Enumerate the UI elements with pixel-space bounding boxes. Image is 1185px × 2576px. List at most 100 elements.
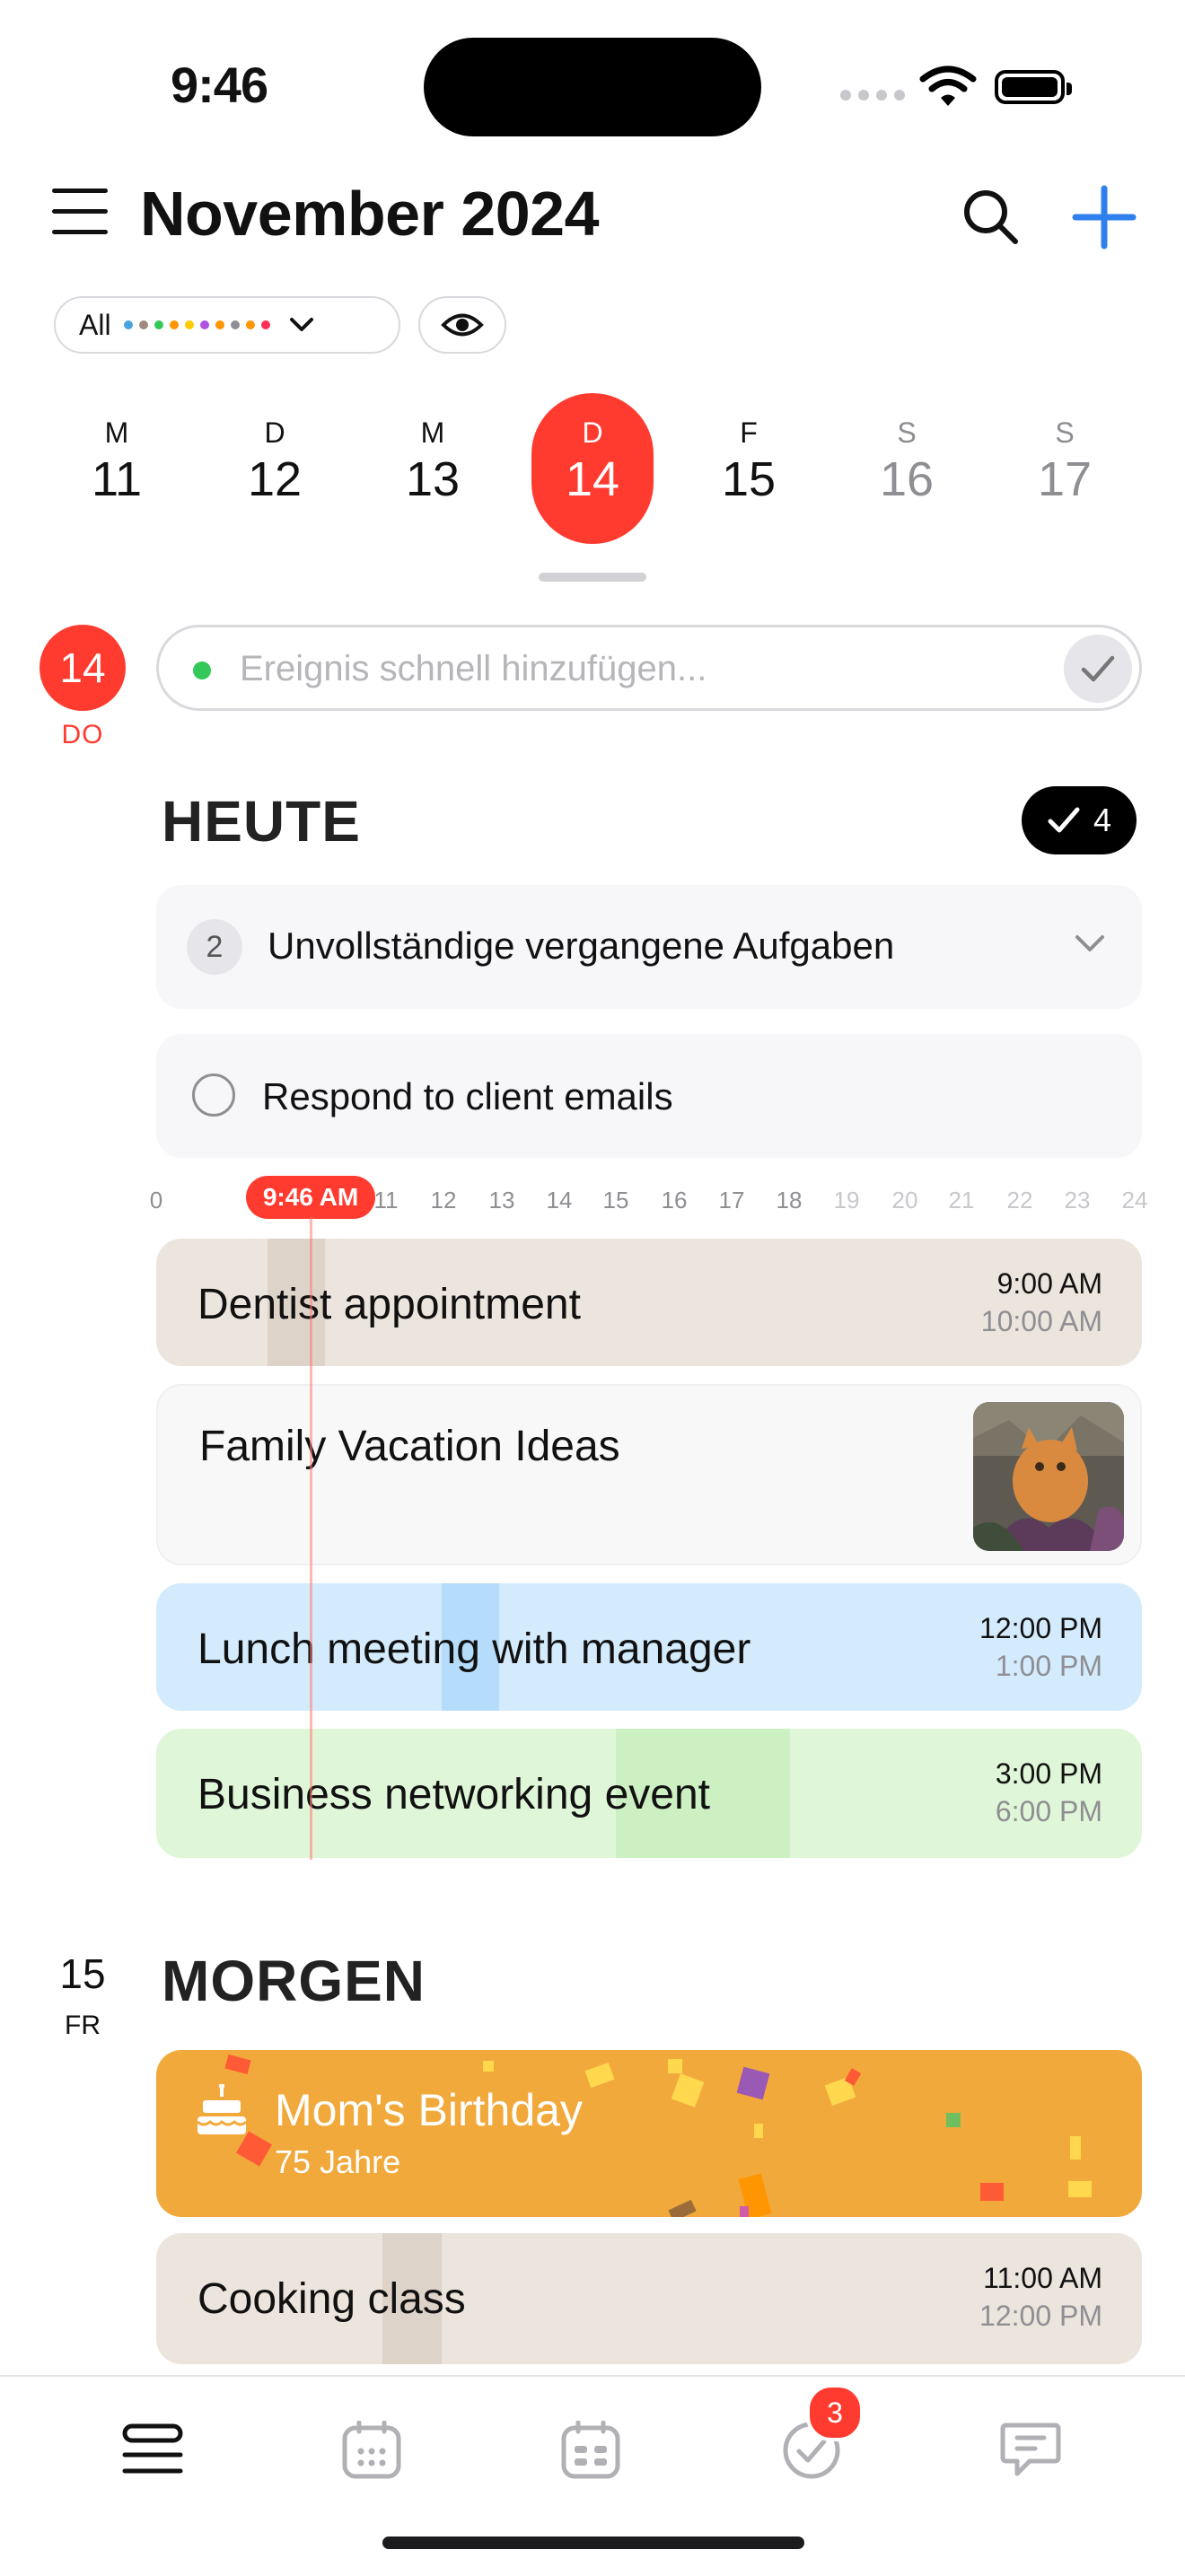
section-title-tomorrow: MORGEN: [162, 1949, 426, 2013]
week-day-15[interactable]: F 15: [688, 415, 810, 508]
incomplete-past-tasks[interactable]: 2 Unvollständige vergangene Aufgaben: [156, 885, 1142, 1009]
task-row[interactable]: Respond to client emails: [156, 1034, 1142, 1158]
tasks-badge: 3: [806, 2384, 864, 2441]
week-calendar-icon: [561, 2421, 620, 2479]
confetti: [980, 2183, 1004, 2201]
calendar-color-dot: [184, 320, 194, 329]
week-day-14-selected[interactable]: D 14: [531, 393, 654, 544]
week-day-12[interactable]: D 12: [214, 415, 336, 508]
birthday-card[interactable]: Mom's Birthday 75 Jahre: [156, 2050, 1142, 2217]
tomorrow-weekday: FR: [65, 2011, 101, 2040]
calendar-color-dot: [193, 662, 211, 679]
task-title: Respond to client emails: [262, 1075, 673, 1117]
search-icon[interactable]: [959, 185, 1022, 248]
chevron-down-icon: [1075, 935, 1104, 951]
hamburger-line: [52, 209, 108, 214]
quick-add-input[interactable]: [238, 645, 1014, 692]
week-day-13[interactable]: M 13: [372, 415, 494, 508]
event-card-dentist[interactable]: Dentist appointment 9:00 AM 10:00 AM: [156, 1239, 1142, 1366]
event-title: Lunch meeting with manager: [198, 1625, 751, 1673]
hour-tick: 11: [373, 1187, 399, 1214]
wifi-icon: [919, 66, 977, 106]
event-card-networking[interactable]: Business networking event 3:00 PM 6:00 P…: [156, 1729, 1142, 1858]
hour-tick: 14: [546, 1187, 573, 1214]
event-start-time: 12:00 PM: [979, 1612, 1102, 1644]
quick-add-bar[interactable]: [156, 625, 1142, 711]
day-number: 16: [879, 452, 935, 506]
confetti: [1070, 2136, 1081, 2160]
weekday-label: S: [1055, 416, 1075, 449]
event-card-cooking[interactable]: Cooking class 11:00 AM 12:00 PM: [156, 2233, 1142, 2364]
tomorrow-date: 15: [59, 1950, 106, 1997]
task-count-badge[interactable]: 4: [1022, 786, 1137, 854]
past-task-count: 2: [187, 919, 242, 975]
week-day-11[interactable]: M 11: [56, 415, 178, 508]
day-number: 17: [1037, 452, 1093, 506]
confetti: [1068, 2181, 1092, 2197]
calendar-color-dot: [123, 320, 133, 329]
calendar-color-dot: [260, 320, 270, 329]
dynamic-island: [424, 38, 761, 136]
day-number: 11: [91, 452, 143, 506]
hour-tick: 23: [1064, 1187, 1091, 1214]
confetti: [668, 2199, 697, 2217]
cellular-signal-icon: [840, 90, 905, 101]
weekday-label: F: [740, 416, 758, 449]
event-card-lunch[interactable]: Lunch meeting with manager 12:00 PM 1:00…: [156, 1583, 1142, 1711]
event-end-time: 6:00 PM: [995, 1795, 1102, 1827]
weekday-label: D: [582, 416, 603, 449]
chevron-down-icon: [289, 318, 313, 331]
calendar-filter-dropdown[interactable]: All: [54, 296, 400, 354]
calendar-color-dot: [138, 320, 148, 329]
confetti: [946, 2113, 961, 2127]
hour-tick: 22: [1006, 1187, 1033, 1214]
battery-icon: [995, 70, 1072, 104]
checkmark-icon: [1081, 655, 1115, 682]
chat-icon: [1000, 2423, 1061, 2476]
home-indicator[interactable]: [382, 2537, 804, 2549]
event-start-time: 3:00 PM: [995, 1757, 1102, 1790]
quick-add-confirm-button[interactable]: [1064, 635, 1132, 703]
tab-week[interactable]: [555, 2414, 627, 2486]
day-number: 13: [405, 452, 461, 506]
menu-button[interactable]: [52, 188, 110, 239]
event-start-time: 9:00 AM: [996, 1267, 1102, 1300]
confetti: [736, 2066, 770, 2100]
confetti: [671, 2073, 705, 2107]
note-photo-thumbnail[interactable]: [973, 1402, 1124, 1551]
agenda-icon: [122, 2423, 183, 2474]
event-title: Business networking event: [198, 1771, 710, 1818]
hamburger-line: [52, 188, 108, 193]
calendar-color-dot: [169, 320, 179, 329]
eye-icon: [441, 313, 484, 337]
hour-tick: 19: [833, 1187, 860, 1214]
section-title-today: HEUTE: [162, 789, 361, 854]
hour-tick: 18: [776, 1187, 803, 1214]
note-card-vacation[interactable]: Family Vacation Ideas: [156, 1384, 1142, 1565]
event-end-time: 10:00 AM: [980, 1305, 1102, 1337]
tab-chat[interactable]: [995, 2414, 1066, 2486]
tab-month[interactable]: [336, 2414, 408, 2486]
month-calendar-icon: [342, 2421, 401, 2479]
hour-tick: 0: [149, 1187, 163, 1214]
event-end-time: 1:00 PM: [995, 1650, 1102, 1682]
calendar-color-dot: [199, 320, 209, 329]
page-title[interactable]: November 2024: [140, 178, 600, 250]
current-time-line: [310, 1217, 312, 1860]
hamburger-line: [52, 230, 108, 234]
note-title: Family Vacation Ideas: [199, 1423, 620, 1470]
tab-agenda[interactable]: [117, 2414, 189, 2486]
birthday-subtitle: 75 Jahre: [275, 2143, 401, 2180]
task-checkbox[interactable]: [192, 1073, 235, 1117]
day-number: 15: [721, 452, 777, 506]
add-icon[interactable]: [1072, 185, 1137, 250]
today-weekday: DO: [61, 720, 104, 749]
weekday-label: M: [420, 416, 445, 449]
week-day-16[interactable]: S 16: [846, 415, 968, 508]
hour-tick: 16: [661, 1187, 688, 1214]
visibility-toggle[interactable]: [418, 296, 506, 354]
week-strip-grabber[interactable]: [539, 573, 646, 582]
confetti: [224, 2054, 251, 2075]
event-end-time: 12:00 PM: [979, 2300, 1102, 2332]
week-day-17[interactable]: S 17: [1004, 415, 1126, 508]
